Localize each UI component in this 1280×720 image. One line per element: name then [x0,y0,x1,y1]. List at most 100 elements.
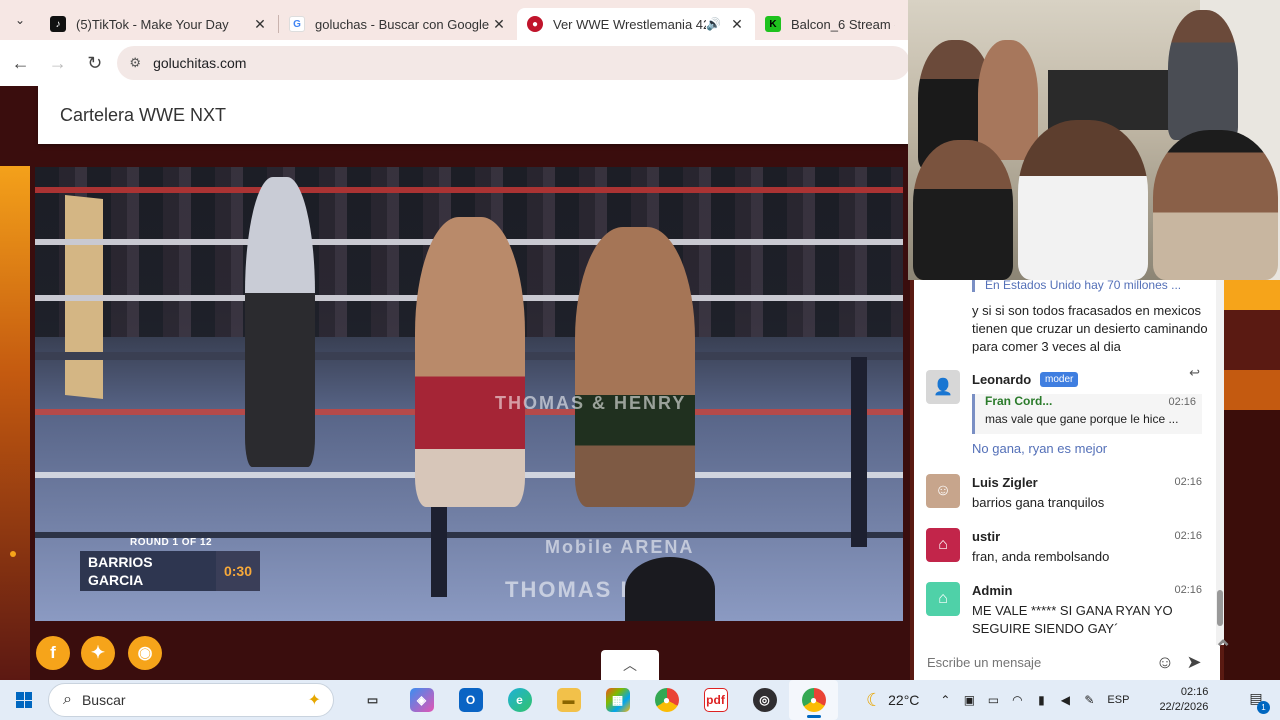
taskbar-search[interactable]: ⌕ Buscar ✦ [48,683,334,717]
wifi-icon[interactable]: ◠ [1005,693,1029,707]
chat-message-input[interactable] [927,655,1147,670]
send-icon[interactable]: ➤ [1179,652,1209,673]
close-icon[interactable]: ✕ [491,16,507,33]
tab-wrestlemania[interactable]: ● Ver WWE Wrestlemania 42 🔊 ✕ [517,8,755,40]
language-indicator[interactable]: ESP [1107,694,1129,706]
store-button[interactable]: ▦ [593,680,642,720]
tab-title: Balcon_6 Stream - Watc [791,16,895,32]
tab-kick[interactable]: K Balcon_6 Stream - Watc [755,8,905,40]
tab-title: (5)TikTok - Make Your Day [76,16,229,32]
referee-figure [245,177,315,467]
boxer-figure [575,227,695,507]
scorebug: ROUND 1 OF 12 BARRIOS GARCIA 0:30 [80,535,260,595]
chat-scrollbar[interactable] [1216,280,1224,645]
twitter-icon[interactable]: ✦ [81,636,115,670]
avatar[interactable]: ⌂ [926,528,960,562]
site-settings-icon[interactable]: ⚙ [129,55,141,71]
obs-button[interactable]: ◎ [740,680,789,720]
chrome-button[interactable]: ● [642,680,691,720]
task-view-button[interactable]: ▭ [348,680,397,720]
close-icon[interactable]: ✕ [252,16,268,33]
search-icon: ⌕ [63,691,72,708]
tab-title: goluchas - Buscar con Google [315,16,490,32]
chrome-icon: ● [801,688,826,712]
video-player[interactable]: THOMAS & HENRY Mobile ARENA THOMAS HENRY… [35,167,903,621]
copilot-button[interactable]: ◈ [397,680,446,720]
page-title: Cartelera WWE NXT [60,104,227,125]
folder-icon: ▬ [556,688,581,712]
edge-icon: e [507,688,532,712]
back-button[interactable]: ← [4,45,37,81]
chrome-profile-button[interactable]: ● [789,680,838,720]
pdf-app-button[interactable]: pdf [691,680,740,720]
clock[interactable]: 02:16 22/2/2026 [1159,685,1208,715]
user-name[interactable]: ustir [972,529,1000,544]
reply-icon[interactable]: ↩ [1189,365,1200,381]
discord-icon[interactable]: ◉ [128,636,162,670]
clock-time: 02:16 [1180,686,1209,698]
chrome-icon: ● [654,688,679,712]
windows-taskbar: ⌕ Buscar ✦ ▭ ◈ O e ▬ ▦ ● pdf ◎ ● ☾ 22°C … [0,680,1280,720]
notification-center-icon[interactable]: ▤ 1 [1246,690,1270,714]
reload-button[interactable]: ↻ [78,45,111,81]
pen-icon[interactable]: ✎ [1077,693,1101,707]
avatar[interactable]: ☺ [926,474,960,508]
person-figure [1018,120,1148,280]
quote-text: En Estados Unido hay 70 millones ... [985,280,1182,292]
facebook-icon[interactable]: f [36,636,70,670]
close-icon[interactable]: ✕ [729,16,745,33]
emoji-icon[interactable]: ☺ [1151,652,1179,673]
speaker-icon[interactable]: 🔊 [706,17,721,31]
ring-apron-text: THOMAS & HENRY [495,393,687,413]
system-tray: ☾ 22°C ⌃ ▣ ▭ ◠ ▮ ◀ ✎ ESP 02:16 22/2/2026 [866,680,1208,720]
message-time: 02:16 [1174,476,1202,488]
moon-icon: ☾ [866,689,883,710]
start-button[interactable] [0,680,48,720]
outlook-icon: O [458,688,483,712]
page-header-card: Cartelera WWE NXT [38,86,910,144]
scroll-up-button[interactable]: ︿ [601,650,659,680]
forward-button[interactable]: → [41,45,74,81]
message-time: 02:16 [1174,584,1202,596]
chevron-up-icon[interactable]: ⌃ [933,693,957,707]
outlook-button[interactable]: O [446,680,495,720]
copilot-icon: ◈ [409,688,434,712]
quote-text: mas vale que gane porque le hice ... [985,412,1179,426]
tab-google[interactable]: G goluchas - Buscar con Google ✕ [279,8,517,40]
person-figure [1168,10,1238,140]
search-label: Buscar [81,692,126,708]
moderator-badge: moder [1040,372,1079,387]
chevron-up-icon[interactable]: ⌃ [1214,636,1232,662]
tab-search-icon[interactable]: ⌄ [0,0,40,40]
copilot-sparkle-icon: ✦ [307,692,321,709]
message-text: ME VALE ***** SI GANA RYAN YO SEGUIRE SI… [972,603,1173,636]
screen: ⌄ ♪ (5)TikTok - Make Your Day ✕ G goluch… [0,0,1280,720]
webcam-overlay [908,0,1280,280]
file-explorer-button[interactable]: ▬ [544,680,593,720]
cameraman-figure [625,557,715,621]
url-text: goluchitas.com [153,55,247,71]
display-icon[interactable]: ▭ [981,693,1005,707]
user-name[interactable]: Admin [972,583,1012,598]
ring-canvas-text: Mobile ARENA [545,537,695,557]
chat-quote[interactable]: En Estados Unido hay 70 millones ... [972,280,1202,292]
app-tray-icon[interactable]: ▣ [957,693,981,707]
tab-title: Ver WWE Wrestlemania 42 [553,16,707,32]
avatar[interactable]: ⌂ [926,582,960,616]
message-text: No gana, ryan es mejor [972,441,1108,456]
volume-icon[interactable]: ◀ [1053,693,1077,707]
person-figure [1153,130,1278,280]
temperature: 22°C [888,692,920,708]
user-name[interactable]: Luis Zigler [972,475,1038,490]
weather-widget[interactable]: ☾ 22°C [866,690,919,711]
avatar[interactable]: 👤 [926,370,960,404]
store-icon: ▦ [605,688,630,712]
boxer-figure [415,217,525,507]
chat-quote[interactable]: Fran Cord... 02:16 mas vale que gane por… [972,394,1202,434]
edge-button[interactable]: e [495,680,544,720]
tab-tiktok[interactable]: ♪ (5)TikTok - Make Your Day ✕ [40,8,278,40]
obs-icon: ◎ [752,688,777,712]
address-bar[interactable]: ⚙ goluchitas.com [117,46,910,80]
mic-icon[interactable]: ▮ [1029,693,1053,707]
user-name[interactable]: Leonardo [972,372,1031,387]
